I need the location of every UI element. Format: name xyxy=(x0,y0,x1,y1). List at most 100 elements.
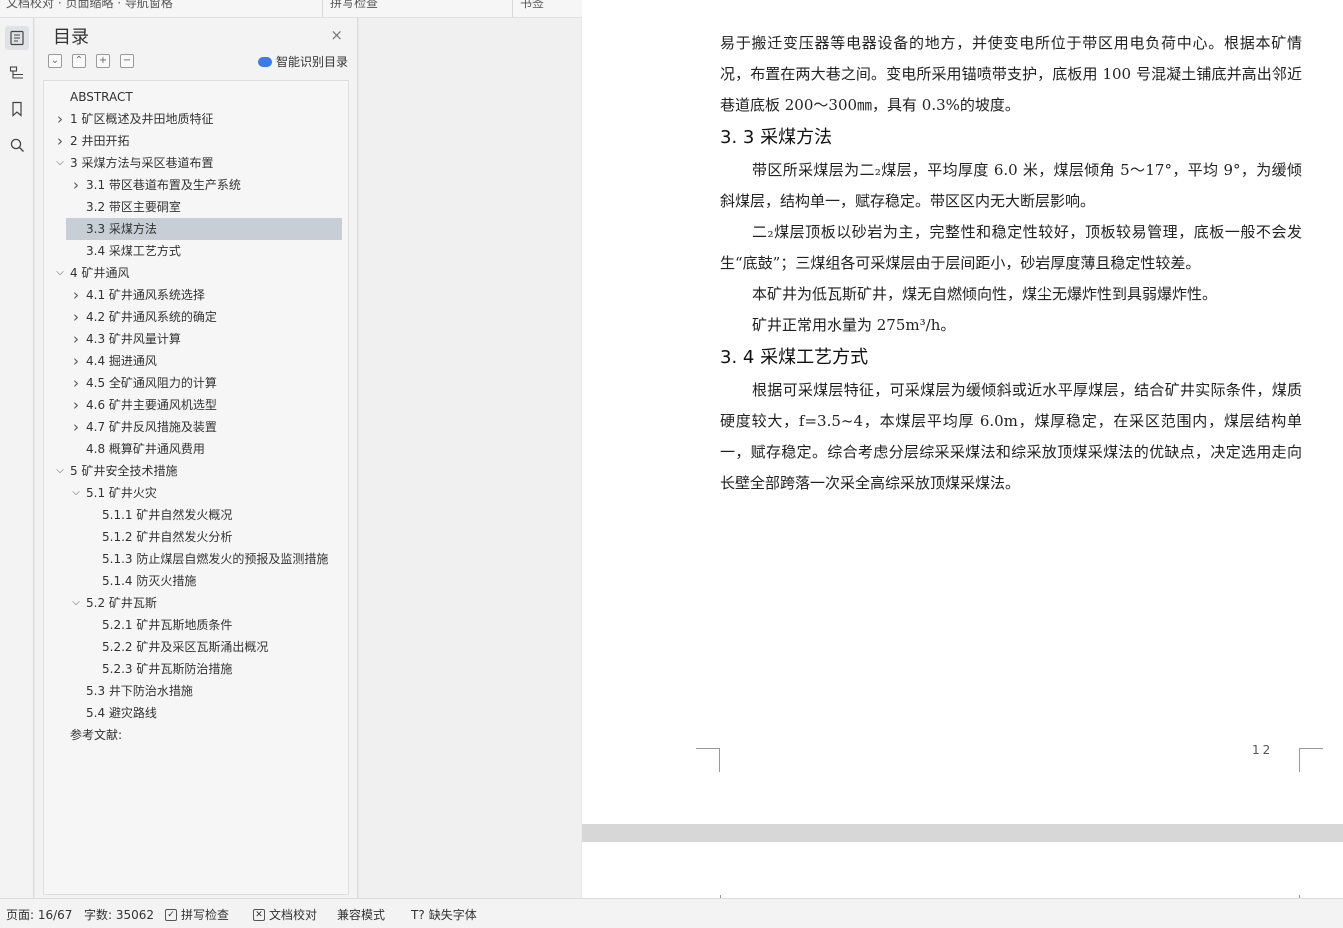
toc-item-label: 4.1 矿井通风系统选择 xyxy=(86,288,205,302)
toc-item-label: 4.5 全矿通风阻力的计算 xyxy=(86,376,217,390)
chevron-down-icon[interactable]: ⌵ xyxy=(54,152,66,174)
smart-toc-button[interactable]: 智能识别目录 xyxy=(257,53,348,70)
toc-item-label: 3.1 带区巷道布置及生产系统 xyxy=(86,178,241,192)
toc-item[interactable]: ⌵ 5.1 矿井火灾 xyxy=(44,482,348,504)
toc-item[interactable]: 5.2.3 矿井瓦斯防治措施 xyxy=(44,658,348,680)
toc-item[interactable]: › 4.3 矿井风量计算 xyxy=(44,328,348,350)
chevron-right-icon[interactable]: › xyxy=(70,174,82,196)
toc-tree: ABSTRACT › 1 矿区概述及井田地质特征 › 2 井田开拓 ⌵ 3 采煤方法与采区巷… xyxy=(43,80,349,895)
chevron-right-icon[interactable]: › xyxy=(70,284,82,306)
toc-item-label: 5.3 井下防治水措施 xyxy=(86,684,193,698)
toolbar-item[interactable]: 文档校对 · 页面缩略 · 导航窗格 xyxy=(6,0,173,12)
toolbar-separator xyxy=(512,0,513,17)
toc-view-icon[interactable] xyxy=(5,26,29,50)
toc-item[interactable]: 5.1.3 防止煤层自燃发火的预报及监测措施 xyxy=(44,548,348,570)
expand-all-icon[interactable]: ⌃ xyxy=(72,54,86,68)
toc-item[interactable]: 5.4 避灾路线 xyxy=(44,702,348,724)
toc-item-label: 5.2 矿井瓦斯 xyxy=(86,596,157,610)
toc-item-label: 4 矿井通风 xyxy=(70,266,130,280)
toc-item[interactable]: › 4.1 矿井通风系统选择 xyxy=(44,284,348,306)
toc-item-label: 5.2.1 矿井瓦斯地质条件 xyxy=(102,618,233,632)
chevron-right-icon[interactable]: › xyxy=(70,350,82,372)
toolbar-item[interactable]: 书签 xyxy=(520,0,544,12)
chevron-right-icon[interactable]: › xyxy=(54,108,66,130)
toc-item[interactable]: › 4.4 掘进通风 xyxy=(44,350,348,372)
toolbar-separator xyxy=(322,0,323,17)
page-number: 12 xyxy=(1252,743,1274,757)
toc-item[interactable]: › 1 矿区概述及井田地质特征 xyxy=(44,108,348,130)
toc-item[interactable]: 5.3 井下防治水措施 xyxy=(44,680,348,702)
bookmark-icon[interactable] xyxy=(5,97,29,121)
toc-item-label: 5.1 矿井火灾 xyxy=(86,486,157,500)
toc-panel: 目录 × ⌄ ⌃ + − 智能识别目录 ABSTRACT › 1 矿区概述及井田地质… xyxy=(35,18,358,898)
chevron-down-icon[interactable]: ⌵ xyxy=(54,262,66,284)
doc-proof-button[interactable]: ✕ 文档校对 xyxy=(253,906,317,923)
toc-item[interactable]: 5.1.1 矿井自然发火概况 xyxy=(44,504,348,526)
toc-item-label: 4.8 概算矿井通风费用 xyxy=(86,442,205,456)
toc-item-label: 3 采煤方法与采区巷道布置 xyxy=(70,156,214,170)
add-heading-icon[interactable]: + xyxy=(96,54,110,68)
spell-check-button[interactable]: ✓ 拼写检查 xyxy=(165,906,229,923)
toc-item[interactable]: 5.2.2 矿井及采区瓦斯涌出概况 xyxy=(44,636,348,658)
spell-check-label: 拼写检查 xyxy=(181,908,230,922)
toc-item[interactable]: ⌵ 4 矿井通风 xyxy=(44,262,348,284)
toc-item-label: 3.4 采煤工艺方式 xyxy=(86,244,181,258)
toc-item-label: 4.4 掘进通风 xyxy=(86,354,157,368)
missing-font-button[interactable]: T? 缺失字体 xyxy=(411,906,477,923)
toc-title: 目录 xyxy=(53,27,89,48)
chevron-right-icon[interactable]: › xyxy=(70,306,82,328)
remove-heading-icon[interactable]: − xyxy=(120,54,134,68)
search-icon[interactable] xyxy=(5,133,29,157)
page-indicator[interactable]: 页面: 16/67 xyxy=(6,906,72,923)
smart-toc-label: 智能识别目录 xyxy=(275,55,348,69)
toc-item-label: 5.2.3 矿井瓦斯防治措施 xyxy=(102,662,233,676)
collapse-all-icon[interactable]: ⌄ xyxy=(48,54,62,68)
ai-icon xyxy=(257,56,272,67)
chevron-down-icon[interactable]: ⌵ xyxy=(70,592,82,614)
chevron-down-icon[interactable]: ⌵ xyxy=(70,482,82,504)
toc-item-label: 3.2 带区主要硐室 xyxy=(86,200,181,214)
toc-item-label: 3.3 采煤方法 xyxy=(86,222,157,236)
toc-item[interactable]: 5.1.4 防灭火措施 xyxy=(44,570,348,592)
word-count[interactable]: 字数: 35062 xyxy=(84,906,154,923)
toc-item[interactable]: ABSTRACT xyxy=(44,86,348,108)
checkbox-icon: ✓ xyxy=(165,908,177,921)
body-paragraph: 易于搬迁变压器等电器设备的地方，并使变电所位于带区用电负荷中心。根据本矿情况，布… xyxy=(720,34,1302,114)
structure-view-icon[interactable] xyxy=(5,61,29,85)
toc-item[interactable]: 3.3 采煤方法 xyxy=(66,218,342,240)
close-icon[interactable]: × xyxy=(330,26,343,44)
chevron-right-icon[interactable]: › xyxy=(54,130,66,152)
toc-item[interactable]: 3.4 采煤工艺方式 xyxy=(44,240,348,262)
toc-item[interactable]: 5.1.2 矿井自然发火分析 xyxy=(44,526,348,548)
toc-item[interactable]: › 4.7 矿井反风措施及装置 xyxy=(44,416,348,438)
toc-item[interactable]: 3.2 带区主要硐室 xyxy=(44,196,348,218)
chevron-right-icon[interactable]: › xyxy=(70,372,82,394)
section-heading: 3. 4 采煤工艺方式 xyxy=(720,347,869,368)
toc-item-label: 5.1.3 防止煤层自燃发火的预报及监测措施 xyxy=(102,552,329,566)
chevron-right-icon[interactable]: › xyxy=(70,394,82,416)
page-corner-mark xyxy=(1299,748,1323,772)
toc-item[interactable]: 5.2.1 矿井瓦斯地质条件 xyxy=(44,614,348,636)
toc-item[interactable]: › 4.2 矿井通风系统的确定 xyxy=(44,306,348,328)
toc-item[interactable]: › 2 井田开拓 xyxy=(44,130,348,152)
toc-item-label: 2 井田开拓 xyxy=(70,134,130,148)
chevron-down-icon[interactable]: ⌵ xyxy=(54,460,66,482)
toc-item[interactable]: 4.8 概算矿井通风费用 xyxy=(44,438,348,460)
toc-item[interactable]: › 3.1 带区巷道布置及生产系统 xyxy=(44,174,348,196)
toc-item[interactable]: ⌵ 3 采煤方法与采区巷道布置 xyxy=(44,152,348,174)
chevron-right-icon[interactable]: › xyxy=(70,416,82,438)
toc-item-label: 4.2 矿井通风系统的确定 xyxy=(86,310,217,324)
toc-item[interactable]: ⌵ 5.2 矿井瓦斯 xyxy=(44,592,348,614)
toc-item-label: 5.1.4 防灭火措施 xyxy=(102,574,197,588)
document-page[interactable]: 易于搬迁变压器等电器设备的地方，并使变电所位于带区用电负荷中心。根据本矿情况，布… xyxy=(582,0,1343,824)
toc-toolbar: ⌄ ⌃ + − xyxy=(48,54,134,68)
next-page[interactable] xyxy=(582,842,1343,898)
toc-item[interactable]: ⌵ 5 矿井安全技术措施 xyxy=(44,460,348,482)
compat-mode: 兼容模式 xyxy=(337,908,386,922)
toc-item-label: 5.1.1 矿井自然发火概况 xyxy=(102,508,233,522)
chevron-right-icon[interactable]: › xyxy=(70,328,82,350)
toolbar-item[interactable]: 拼写检查 xyxy=(330,0,378,12)
toc-item[interactable]: 参考文献: xyxy=(44,724,348,746)
toc-item[interactable]: › 4.5 全矿通风阻力的计算 xyxy=(44,372,348,394)
toc-item[interactable]: › 4.6 矿井主要通风机选型 xyxy=(44,394,348,416)
